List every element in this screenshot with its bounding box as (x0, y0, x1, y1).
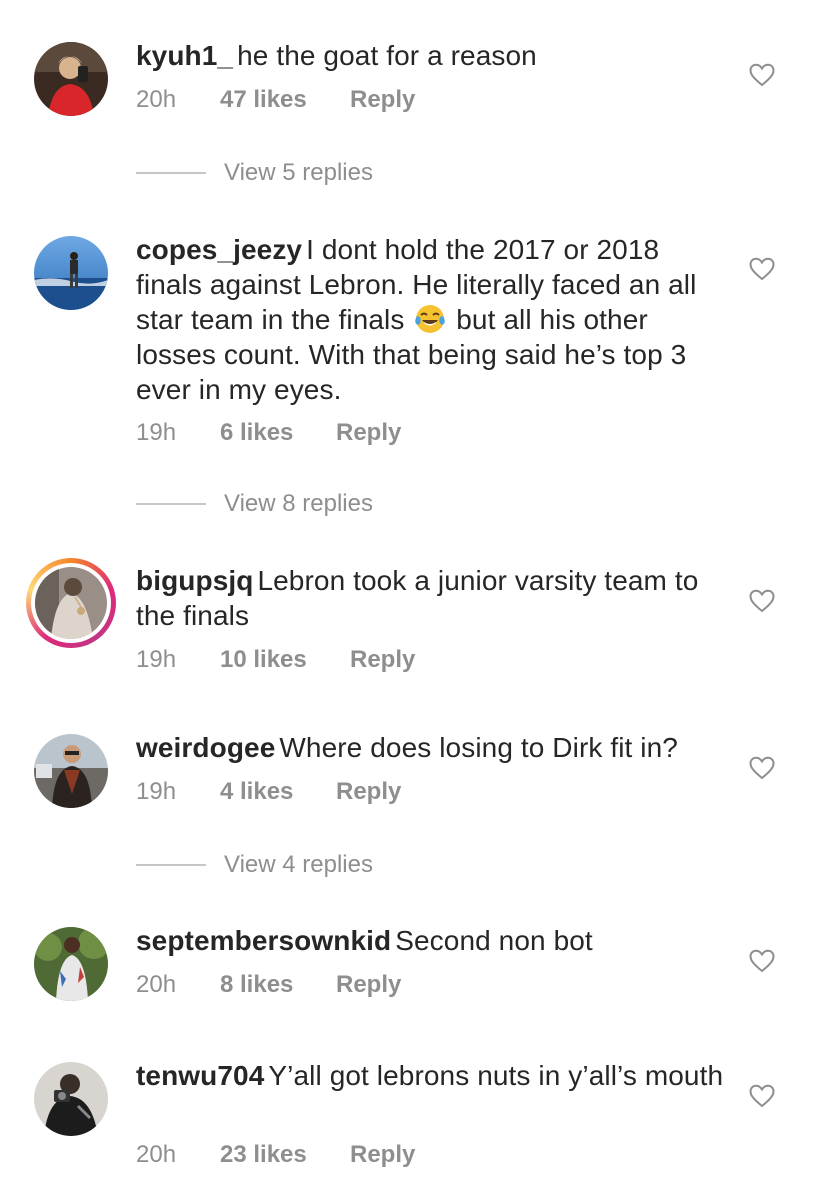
view-replies-button[interactable]: View 4 replies (136, 850, 373, 880)
comment-text: kyuh1_ he the goat for a reason (136, 38, 726, 73)
avatar-photo (35, 567, 107, 639)
comment-body: Second non bot (395, 925, 593, 956)
comment-username[interactable]: weirdogee (136, 732, 275, 763)
view-replies-label: View 8 replies (224, 490, 373, 517)
comment-username[interactable]: septembersownkid (136, 925, 391, 956)
comment-likes[interactable]: 8 likes (220, 971, 336, 999)
comment-likes[interactable]: 23 likes (220, 1141, 350, 1169)
avatar-photo (34, 42, 108, 116)
comment-text: septembersownkid Second non bot (136, 923, 726, 958)
heart-icon[interactable] (749, 257, 775, 281)
user-avatar[interactable] (34, 236, 108, 310)
comment-text: weirdogee Where does losing to Dirk fit i… (136, 730, 726, 765)
replies-divider (136, 503, 206, 505)
reply-button[interactable]: Reply (336, 778, 401, 806)
face-with-tears-of-joy-icon (414, 303, 446, 335)
reply-button[interactable]: Reply (350, 1141, 415, 1169)
avatar-photo (34, 734, 108, 808)
replies-divider (136, 172, 206, 174)
comment-meta: 19h 4 likes Reply (136, 778, 401, 806)
comment-time: 20h (136, 971, 177, 998)
user-avatar[interactable] (34, 734, 108, 808)
comment-time: 19h (136, 646, 177, 673)
comment-username[interactable]: tenwu704 (136, 1060, 264, 1091)
user-avatar-story[interactable] (26, 558, 116, 648)
user-avatar[interactable] (34, 1062, 108, 1136)
comment-meta: 19h 10 likes Reply (136, 646, 415, 674)
comment-username[interactable]: bigupsjq (136, 565, 253, 596)
reply-button[interactable]: Reply (336, 971, 401, 999)
comment-time: 20h (136, 86, 177, 113)
comment-body: Where does losing to Dirk fit in? (279, 732, 678, 763)
reply-button[interactable]: Reply (350, 646, 415, 674)
user-avatar[interactable] (34, 42, 108, 116)
comment-time: 20h (136, 1141, 177, 1168)
view-replies-label: View 5 replies (224, 159, 373, 186)
heart-icon[interactable] (749, 1084, 775, 1108)
comment-meta: 20h 8 likes Reply (136, 971, 401, 999)
view-replies-button[interactable]: View 5 replies (136, 158, 373, 188)
view-replies-label: View 4 replies (224, 851, 373, 878)
comment-text: tenwu704 Y’all got lebrons nuts in y’all’… (136, 1058, 726, 1093)
comment-text: bigupsjq Lebron took a junior varsity tea… (136, 563, 726, 633)
avatar-photo (34, 927, 108, 1001)
reply-button[interactable]: Reply (350, 86, 415, 114)
comment-body: he the goat for a reason (237, 40, 537, 71)
comment-body: Y’all got lebrons nuts in y’all’s mouth (268, 1060, 724, 1091)
heart-icon[interactable] (749, 756, 775, 780)
comment-username[interactable]: copes_jeezy (136, 234, 302, 265)
comment-meta: 20h 23 likes Reply (136, 1141, 415, 1169)
story-ring (31, 563, 111, 643)
comment-likes[interactable]: 6 likes (220, 419, 336, 447)
comment-likes[interactable]: 47 likes (220, 86, 350, 114)
heart-icon[interactable] (749, 63, 775, 87)
avatar-photo (34, 1062, 108, 1136)
comment-meta: 20h 47 likes Reply (136, 86, 415, 114)
heart-icon[interactable] (749, 589, 775, 613)
view-replies-button[interactable]: View 8 replies (136, 489, 373, 519)
comment-time: 19h (136, 778, 177, 805)
comment-time: 19h (136, 419, 177, 446)
comment-meta: 19h 6 likes Reply (136, 419, 401, 447)
replies-divider (136, 864, 206, 866)
comment-text: copes_jeezy I dont hold the 2017 or 2018 … (136, 232, 726, 407)
user-avatar[interactable] (34, 927, 108, 1001)
avatar-photo (34, 236, 108, 310)
heart-icon[interactable] (749, 949, 775, 973)
comment-username[interactable]: kyuh1_ (136, 40, 233, 71)
reply-button[interactable]: Reply (336, 419, 401, 447)
comment-likes[interactable]: 10 likes (220, 646, 350, 674)
comment-likes[interactable]: 4 likes (220, 778, 336, 806)
